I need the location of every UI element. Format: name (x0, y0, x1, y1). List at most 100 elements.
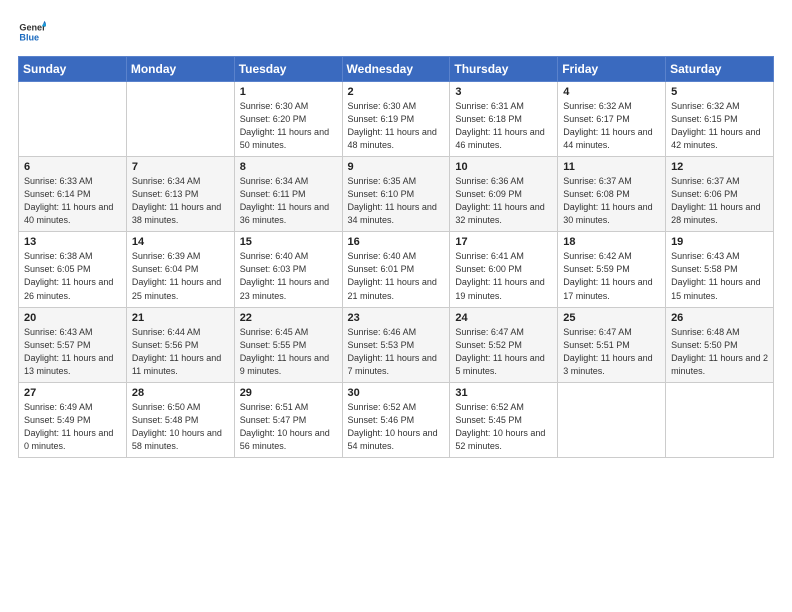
day-info: Sunrise: 6:43 AMSunset: 5:58 PMDaylight:… (671, 250, 768, 302)
day-info: Sunrise: 6:41 AMSunset: 6:00 PMDaylight:… (455, 250, 552, 302)
day-info: Sunrise: 6:42 AMSunset: 5:59 PMDaylight:… (563, 250, 660, 302)
calendar-cell: 8 Sunrise: 6:34 AMSunset: 6:11 PMDaylight… (234, 157, 342, 232)
day-number: 1 (240, 86, 337, 98)
weekday-header-row: SundayMondayTuesdayWednesdayThursdayFrid… (19, 57, 774, 82)
calendar-cell: 10Sunrise: 6:36 AMSunset: 6:09 PMDayligh… (450, 157, 558, 232)
weekday-header-saturday: Saturday (666, 57, 774, 82)
day-number: 19 (671, 236, 768, 248)
calendar-week-2: 6 Sunrise: 6:33 AMSunset: 6:14 PMDaylight… (19, 157, 774, 232)
day-number: 8 (240, 161, 337, 173)
day-info: Sunrise: 6:33 AMSunset: 6:14 PMDaylight:… (24, 175, 121, 227)
day-info: Sunrise: 6:34 AMSunset: 6:13 PMDaylight:… (132, 175, 229, 227)
calendar-cell: 4 Sunrise: 6:32 AMSunset: 6:17 PMDaylight… (558, 82, 666, 157)
day-info: Sunrise: 6:43 AMSunset: 5:57 PMDaylight:… (24, 326, 121, 378)
calendar-cell: 31 Sunrise: 6:52 AMSunset: 5:45 PMDayligh… (450, 382, 558, 457)
day-number: 2 (348, 86, 445, 98)
calendar-cell: 16Sunrise: 6:40 AMSunset: 6:01 PMDayligh… (342, 232, 450, 307)
calendar-cell: 6 Sunrise: 6:33 AMSunset: 6:14 PMDaylight… (19, 157, 127, 232)
calendar-cell: 1 Sunrise: 6:30 AMSunset: 6:20 PMDaylight… (234, 82, 342, 157)
page: General Blue SundayMondayTuesdayWednesda… (0, 0, 792, 612)
day-info: Sunrise: 6:35 AMSunset: 6:10 PMDaylight:… (348, 175, 445, 227)
weekday-header-tuesday: Tuesday (234, 57, 342, 82)
day-number: 20 (24, 312, 121, 324)
calendar-cell (19, 82, 127, 157)
calendar-cell: 18 Sunrise: 6:42 AMSunset: 5:59 PMDayligh… (558, 232, 666, 307)
calendar-cell: 22Sunrise: 6:45 AMSunset: 5:55 PMDayligh… (234, 307, 342, 382)
calendar-cell: 5 Sunrise: 6:32 AMSunset: 6:15 PMDaylight… (666, 82, 774, 157)
day-info: Sunrise: 6:30 AMSunset: 6:19 PMDaylight:… (348, 100, 445, 152)
day-info: Sunrise: 6:45 AMSunset: 5:55 PMDaylight:… (240, 326, 337, 378)
calendar-cell: 29 Sunrise: 6:51 AMSunset: 5:47 PMDayligh… (234, 382, 342, 457)
day-number: 11 (563, 161, 660, 173)
day-info: Sunrise: 6:46 AMSunset: 5:53 PMDaylight:… (348, 326, 445, 378)
calendar-cell: 13 Sunrise: 6:38 AMSunset: 6:05 PMDayligh… (19, 232, 127, 307)
svg-text:General: General (19, 23, 46, 33)
calendar-cell: 26 Sunrise: 6:48 AMSunset: 5:50 PMDayligh… (666, 307, 774, 382)
day-info: Sunrise: 6:30 AMSunset: 6:20 PMDaylight:… (240, 100, 337, 152)
calendar-cell: 21Sunrise: 6:44 AMSunset: 5:56 PMDayligh… (126, 307, 234, 382)
day-info: Sunrise: 6:52 AMSunset: 5:45 PMDaylight:… (455, 401, 552, 453)
day-info: Sunrise: 6:31 AMSunset: 6:18 PMDaylight:… (455, 100, 552, 152)
day-info: Sunrise: 6:39 AMSunset: 6:04 PMDaylight:… (132, 250, 229, 302)
calendar-week-4: 20 Sunrise: 6:43 AMSunset: 5:57 PMDayligh… (19, 307, 774, 382)
weekday-header-friday: Friday (558, 57, 666, 82)
calendar-cell: 27 Sunrise: 6:49 AMSunset: 5:49 PMDayligh… (19, 382, 127, 457)
day-number: 21 (132, 312, 229, 324)
day-number: 29 (240, 387, 337, 399)
day-number: 3 (455, 86, 552, 98)
calendar-week-1: 1 Sunrise: 6:30 AMSunset: 6:20 PMDaylight… (19, 82, 774, 157)
calendar-cell: 24Sunrise: 6:47 AMSunset: 5:52 PMDayligh… (450, 307, 558, 382)
calendar-cell (666, 382, 774, 457)
day-number: 30 (348, 387, 445, 399)
day-number: 7 (132, 161, 229, 173)
calendar-cell: 17 Sunrise: 6:41 AMSunset: 6:00 PMDayligh… (450, 232, 558, 307)
calendar-week-5: 27 Sunrise: 6:49 AMSunset: 5:49 PMDayligh… (19, 382, 774, 457)
day-number: 15 (240, 236, 337, 248)
day-number: 12 (671, 161, 768, 173)
day-number: 13 (24, 236, 121, 248)
calendar-cell: 7 Sunrise: 6:34 AMSunset: 6:13 PMDaylight… (126, 157, 234, 232)
calendar-cell: 30 Sunrise: 6:52 AMSunset: 5:46 PMDayligh… (342, 382, 450, 457)
day-info: Sunrise: 6:36 AMSunset: 6:09 PMDaylight:… (455, 175, 552, 227)
calendar-cell (126, 82, 234, 157)
day-info: Sunrise: 6:50 AMSunset: 5:48 PMDaylight:… (132, 401, 229, 453)
day-info: Sunrise: 6:49 AMSunset: 5:49 PMDaylight:… (24, 401, 121, 453)
day-info: Sunrise: 6:40 AMSunset: 6:01 PMDaylight:… (348, 250, 445, 302)
day-info: Sunrise: 6:51 AMSunset: 5:47 PMDaylight:… (240, 401, 337, 453)
day-info: Sunrise: 6:34 AMSunset: 6:11 PMDaylight:… (240, 175, 337, 227)
day-number: 31 (455, 387, 552, 399)
day-info: Sunrise: 6:48 AMSunset: 5:50 PMDaylight:… (671, 326, 768, 378)
weekday-header-monday: Monday (126, 57, 234, 82)
day-number: 4 (563, 86, 660, 98)
day-number: 14 (132, 236, 229, 248)
day-info: Sunrise: 6:52 AMSunset: 5:46 PMDaylight:… (348, 401, 445, 453)
calendar-cell: 23 Sunrise: 6:46 AMSunset: 5:53 PMDayligh… (342, 307, 450, 382)
day-number: 5 (671, 86, 768, 98)
calendar-cell: 12 Sunrise: 6:37 AMSunset: 6:06 PMDayligh… (666, 157, 774, 232)
day-info: Sunrise: 6:40 AMSunset: 6:03 PMDaylight:… (240, 250, 337, 302)
day-number: 18 (563, 236, 660, 248)
day-info: Sunrise: 6:32 AMSunset: 6:17 PMDaylight:… (563, 100, 660, 152)
weekday-header-sunday: Sunday (19, 57, 127, 82)
calendar-cell: 14 Sunrise: 6:39 AMSunset: 6:04 PMDayligh… (126, 232, 234, 307)
header: General Blue (18, 18, 774, 46)
calendar-cell: 15 Sunrise: 6:40 AMSunset: 6:03 PMDayligh… (234, 232, 342, 307)
weekday-header-thursday: Thursday (450, 57, 558, 82)
day-number: 17 (455, 236, 552, 248)
calendar-cell: 20 Sunrise: 6:43 AMSunset: 5:57 PMDayligh… (19, 307, 127, 382)
svg-text:Blue: Blue (19, 32, 39, 42)
day-number: 6 (24, 161, 121, 173)
calendar-cell: 19 Sunrise: 6:43 AMSunset: 5:58 PMDayligh… (666, 232, 774, 307)
day-info: Sunrise: 6:38 AMSunset: 6:05 PMDaylight:… (24, 250, 121, 302)
day-info: Sunrise: 6:37 AMSunset: 6:06 PMDaylight:… (671, 175, 768, 227)
day-info: Sunrise: 6:32 AMSunset: 6:15 PMDaylight:… (671, 100, 768, 152)
day-info: Sunrise: 6:47 AMSunset: 5:52 PMDaylight:… (455, 326, 552, 378)
calendar-cell: 3 Sunrise: 6:31 AMSunset: 6:18 PMDaylight… (450, 82, 558, 157)
calendar-cell: 2 Sunrise: 6:30 AMSunset: 6:19 PMDaylight… (342, 82, 450, 157)
logo: General Blue (18, 18, 52, 46)
day-number: 26 (671, 312, 768, 324)
day-info: Sunrise: 6:37 AMSunset: 6:08 PMDaylight:… (563, 175, 660, 227)
day-number: 23 (348, 312, 445, 324)
day-number: 27 (24, 387, 121, 399)
calendar-cell: 28Sunrise: 6:50 AMSunset: 5:48 PMDayligh… (126, 382, 234, 457)
